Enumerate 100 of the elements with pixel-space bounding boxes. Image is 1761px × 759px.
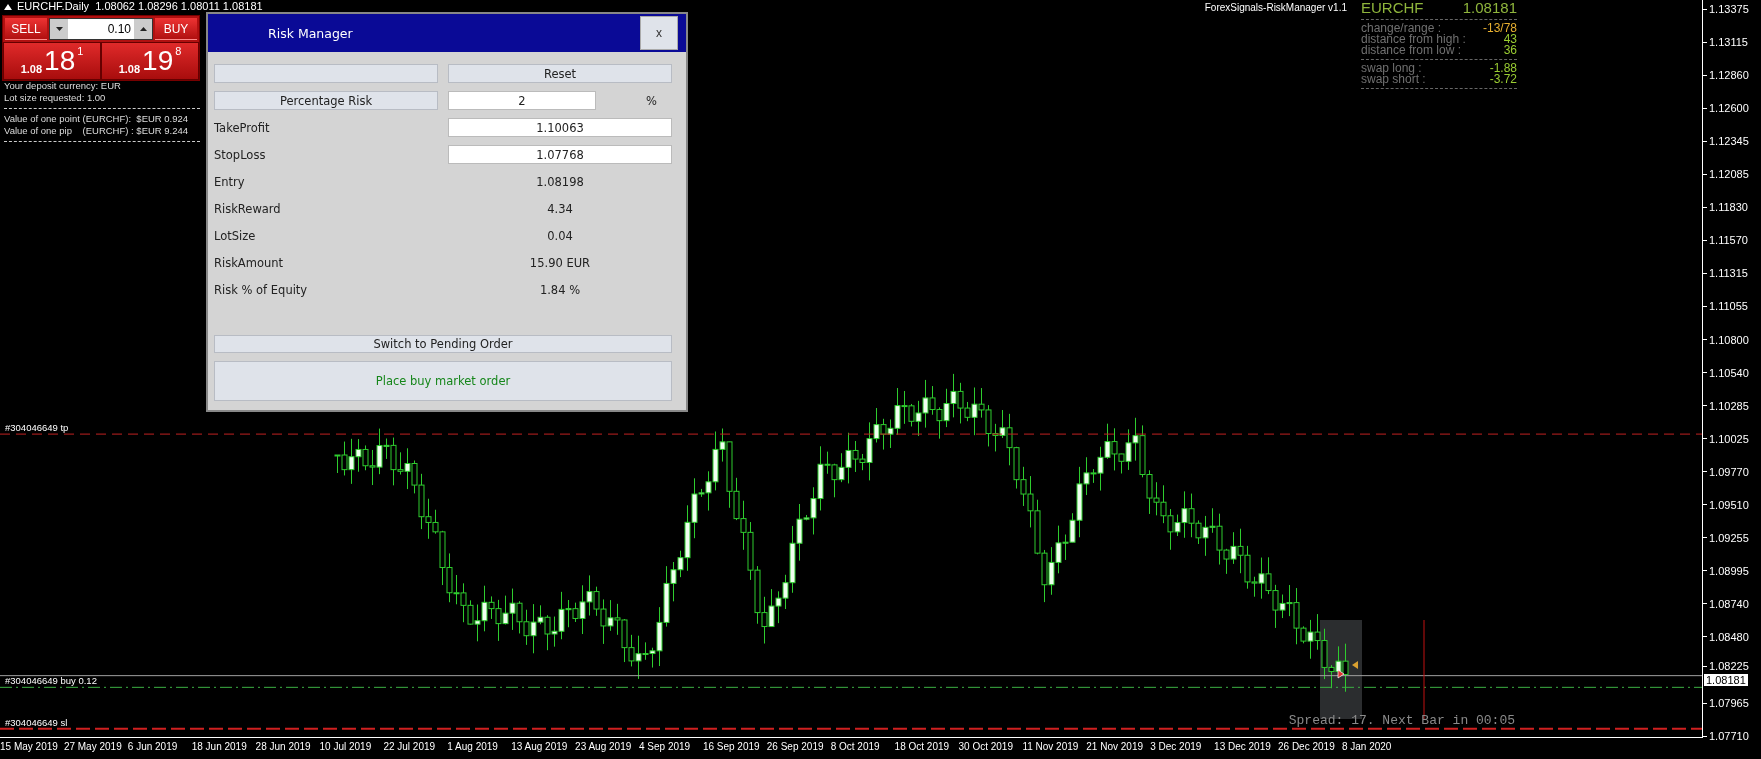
decrease-button[interactable] <box>50 19 68 39</box>
date-tick-label: 26 Dec 2019 <box>1278 741 1335 752</box>
switch-order-button[interactable]: Switch to Pending Order <box>214 334 672 353</box>
place-order-button[interactable]: Place buy market order <box>214 361 672 401</box>
date-tick-label: 15 May 2019 <box>0 741 58 752</box>
price-tick-label: 1.10025 <box>1709 432 1749 445</box>
result-value: 0.04 <box>547 228 573 243</box>
date-tick-label: 18 Jun 2019 <box>191 741 247 752</box>
price-tick-label: 1.09510 <box>1709 498 1749 511</box>
caret-up-icon <box>139 27 147 31</box>
date-tick-label: 8 Oct 2019 <box>830 741 880 752</box>
price-tick-label: 1.08740 <box>1709 597 1749 610</box>
date-tick-label: 1 Aug 2019 <box>447 741 498 752</box>
percent-unit: % <box>646 93 657 108</box>
price-tick-label: 1.10285 <box>1709 399 1749 412</box>
date-tick-label: 26 Sep 2019 <box>766 741 824 752</box>
date-tick-label: 13 Dec 2019 <box>1214 741 1271 752</box>
stat-label: distance from low : <box>1361 45 1462 56</box>
stat-value: 43 <box>1503 34 1517 45</box>
date-tick-label: 6 Jun 2019 <box>127 741 178 752</box>
price-tick-label: 1.08995 <box>1709 564 1749 577</box>
risk-input-field[interactable]: 2 <box>448 91 596 110</box>
account-info-text: Lot size requested: 1.00 <box>4 92 107 104</box>
order-line-label: #304046649 buy 0.12 <box>5 675 97 687</box>
result-value: 15.90 EUR <box>529 255 591 270</box>
stat-label: swap short : <box>1361 74 1426 85</box>
price-tick-label: 1.13115 <box>1709 36 1748 49</box>
buy-button[interactable]: BUY <box>155 18 197 40</box>
account-info-text: Value of one pip (EURCHF) : $EUR 9.244 <box>4 125 190 137</box>
price-tick-label: 1.11830 <box>1709 201 1748 214</box>
result-label: RiskAmount <box>214 255 285 270</box>
volume-spinner[interactable]: 0.10 <box>49 18 153 40</box>
order-line-label: #304046649 tp <box>5 422 69 434</box>
price-tick-label: 1.09255 <box>1709 531 1749 544</box>
date-tick-label: 10 Jul 2019 <box>319 741 372 752</box>
stat-value: -13/78 <box>1482 23 1517 34</box>
date-tick-label: 8 Jan 2020 <box>1341 741 1392 752</box>
price-input-field[interactable]: 1.07768 <box>448 145 672 164</box>
current-price-label: 1.08181 <box>1704 673 1748 686</box>
stat-label: swap long : <box>1361 63 1422 74</box>
account-info-text: Value of one point (EURCHF): $EUR 0.924 <box>4 113 190 125</box>
date-tick-label: 30 Oct 2019 <box>958 741 1013 752</box>
result-value: 4.34 <box>547 201 573 216</box>
stat-value: -3.72 <box>1489 74 1517 85</box>
field-label: TakeProfit <box>214 120 271 135</box>
date-tick-label: 11 Nov 2019 <box>1022 741 1079 752</box>
date-tick-label: 23 Aug 2019 <box>575 741 632 752</box>
dialog-title: Risk Manager <box>268 25 353 41</box>
price-tick-label: 1.10540 <box>1709 366 1749 379</box>
date-tick-label: 22 Jul 2019 <box>383 741 436 752</box>
caret-down-icon <box>55 27 63 31</box>
date-tick-label: 13 Aug 2019 <box>511 741 568 752</box>
date-tick-label: 28 Jun 2019 <box>255 741 311 752</box>
indicator-name: ForexSignals-RiskManager v1.1 <box>1204 2 1347 13</box>
increase-button[interactable] <box>134 19 152 39</box>
price-tick-label: 1.08225 <box>1709 660 1749 672</box>
stat-value: 36 <box>1503 45 1517 56</box>
price-tick-label: 1.11570 <box>1709 234 1748 247</box>
date-tick-label: 4 Sep 2019 <box>639 741 691 752</box>
stat-label: distance from high : <box>1361 34 1466 45</box>
triangle-icon <box>4 3 12 10</box>
price-tick-label: 1.12600 <box>1709 102 1749 115</box>
account-info-text: Your deposit currency: EUR <box>4 80 122 92</box>
result-label: LotSize <box>214 228 257 243</box>
result-value: 1.08198 <box>536 174 584 189</box>
price-tick-label: 1.07965 <box>1709 697 1749 710</box>
chart-title: EURCHF.Daily 1.08062 1.08296 1.08011 1.08181 <box>17 0 263 13</box>
price-tick-label: 1.11055 <box>1709 300 1748 313</box>
price-tick-label: 1.08480 <box>1709 630 1749 643</box>
triangle-icon <box>1352 661 1358 669</box>
close-button[interactable]: x <box>640 16 678 50</box>
result-value: 1.84 % <box>539 282 581 297</box>
price-tick-label: 1.12345 <box>1709 135 1749 148</box>
date-tick-label: 16 Sep 2019 <box>702 741 760 752</box>
price-input-field[interactable]: 1.10063 <box>448 118 672 137</box>
price-tick-label: 1.10800 <box>1709 333 1749 346</box>
price-tick-label: 1.07710 <box>1709 730 1749 743</box>
result-label: Entry <box>214 174 246 189</box>
stat-label: change/range : <box>1361 23 1442 34</box>
price-tick-label: 1.13375 <box>1709 3 1749 15</box>
sell-button[interactable]: SELL <box>5 18 47 40</box>
stat-value: -1.88 <box>1489 63 1517 74</box>
date-tick-label: 27 May 2019 <box>63 741 122 752</box>
symbol-name: EURCHF <box>1361 0 1424 16</box>
price-tick-label: 1.12085 <box>1709 168 1749 181</box>
spread-status-text: Spread: 17. Next Bar in 00:05 <box>1288 713 1515 728</box>
percentage-risk-button[interactable]: Percentage Risk <box>214 91 438 110</box>
price-tick-label: 1.11315 <box>1709 267 1748 280</box>
result-label: RiskReward <box>214 201 282 216</box>
volume-field[interactable]: 0.10 <box>68 19 134 39</box>
date-tick-label: 3 Dec 2019 <box>1150 741 1202 752</box>
reset-button[interactable]: Reset <box>448 64 672 83</box>
date-tick-label: 18 Oct 2019 <box>894 741 950 752</box>
price-tick-label: 1.12860 <box>1709 69 1749 82</box>
result-label: Risk % of Equity <box>214 282 309 297</box>
symbol-price: 1.08181 <box>1462 0 1517 16</box>
date-tick-label: 21 Nov 2019 <box>1086 741 1143 752</box>
price-tick-label: 1.09770 <box>1709 465 1749 478</box>
order-line-label: #304046649 sl <box>5 716 68 728</box>
field-label: StopLoss <box>214 147 267 162</box>
